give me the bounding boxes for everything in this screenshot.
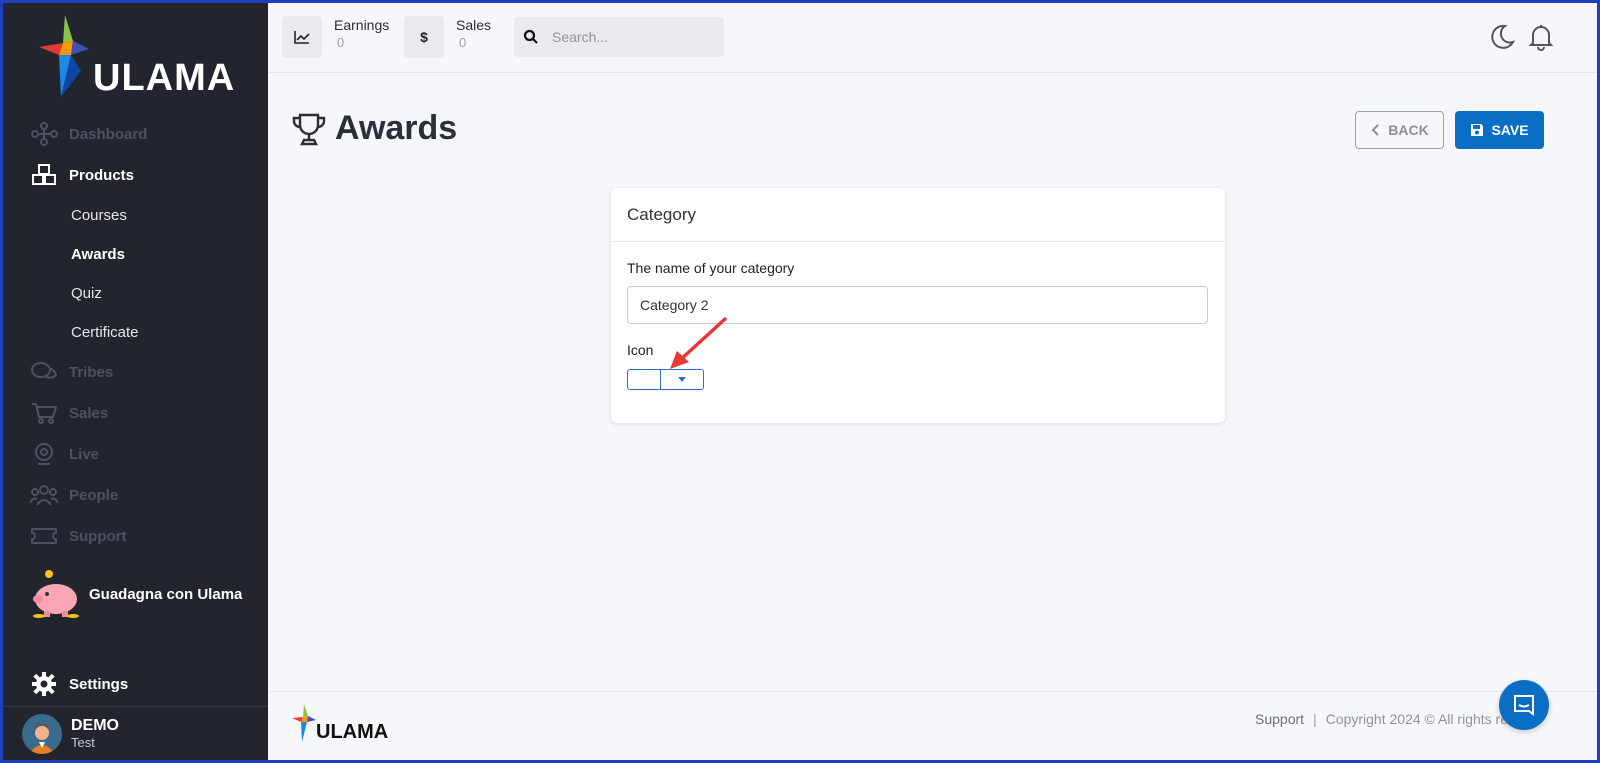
gear-icon [29, 671, 59, 697]
chat-launcher-button[interactable] [1499, 680, 1549, 730]
nav-products[interactable]: Products [29, 160, 134, 190]
topbar: Earnings 0 $ Sales 0 [268, 3, 1597, 73]
icon-preview[interactable] [628, 370, 661, 389]
cart-icon [29, 400, 59, 426]
back-button[interactable]: BACK [1355, 111, 1444, 149]
brand-name: ULAMA [93, 57, 236, 99]
chart-line-icon [282, 16, 322, 58]
user-profile[interactable]: DEMO Test [3, 706, 268, 760]
footer: ULAMA Support | Copyright 2024 © All right… [268, 691, 1597, 760]
page-header: Awards [291, 109, 457, 148]
chevron-left-icon [1371, 124, 1379, 136]
nav-dashboard[interactable]: Dashboard [29, 119, 147, 149]
webcam-icon [29, 441, 59, 467]
footer-separator: | [1313, 711, 1317, 727]
annotation-arrow-icon [670, 317, 727, 369]
sales-stat[interactable]: $ Sales 0 [404, 16, 491, 58]
caret-down-icon [678, 377, 686, 382]
category-name-label: The name of your category [627, 260, 795, 276]
dollar-icon: $ [404, 16, 444, 58]
people-icon [29, 482, 59, 508]
nav-live[interactable]: Live [29, 439, 99, 469]
sidebar: ULAMA Dashboard Products Courses Awards … [3, 3, 268, 760]
user-role: Test [71, 734, 95, 750]
earnings-value: 0 [337, 35, 345, 50]
trophy-icon [292, 113, 326, 145]
footer-brand: ULAMA [316, 721, 388, 743]
dark-mode-moon-icon[interactable] [1487, 23, 1516, 56]
sales-value: 0 [459, 35, 467, 50]
bell-icon[interactable] [1528, 23, 1554, 56]
nav-support[interactable]: Support [29, 521, 127, 551]
user-name: DEMO [71, 716, 119, 734]
subnav-awards[interactable]: Awards [71, 246, 125, 263]
nav-products-label: Products [69, 166, 135, 184]
nav-live-label: Live [69, 445, 100, 463]
sales-label: Sales [456, 17, 492, 33]
nav-sales-label: Sales [69, 404, 109, 422]
user-avatar-icon [29, 723, 55, 754]
search-box[interactable] [514, 17, 724, 57]
footer-support-link[interactable]: Support [1255, 711, 1304, 727]
subnav-certificate[interactable]: Certificate [71, 324, 139, 341]
back-button-label: BACK [1388, 122, 1429, 138]
save-button[interactable]: SAVE [1455, 111, 1544, 149]
nav-people-label: People [69, 486, 119, 504]
subnav-quiz[interactable]: Quiz [71, 285, 102, 302]
nav-settings[interactable]: Settings [29, 669, 128, 699]
floppy-disk-icon [1471, 124, 1484, 136]
nav-sales[interactable]: Sales [29, 398, 108, 428]
nav-tribes-label: Tribes [69, 363, 114, 381]
save-button-label: SAVE [1491, 122, 1529, 138]
search-icon [514, 29, 548, 45]
chat-icon [1514, 695, 1534, 716]
nav-support-label: Support [69, 527, 127, 545]
nav-tribes[interactable]: Tribes [29, 357, 113, 387]
chat-bubbles-icon [29, 359, 59, 385]
icon-field-label: Icon [627, 342, 654, 358]
nav-dashboard-label: Dashboard [69, 125, 148, 143]
earnings-label: Earnings [334, 17, 390, 33]
earnings-stat[interactable]: Earnings 0 [282, 16, 389, 58]
page-title: Awards [335, 109, 458, 147]
nav-people[interactable]: People [29, 480, 118, 510]
footer-logo[interactable]: ULAMA [290, 702, 390, 749]
footer-bird-logo-icon: ULAMA [292, 704, 388, 743]
nav-settings-label: Settings [69, 675, 129, 693]
cubes-icon [29, 162, 59, 188]
dashboard-network-icon [29, 121, 59, 147]
app-window: ULAMA Dashboard Products Courses Awards … [0, 0, 1600, 763]
subnav-courses[interactable]: Courses [71, 207, 127, 224]
promo-earn[interactable]: Guadagna con Ulama [29, 566, 242, 622]
search-input[interactable] [552, 29, 712, 45]
avatar [22, 713, 62, 754]
brand-logo[interactable]: ULAMA [33, 13, 243, 103]
category-card: Category The name of your category Icon [611, 188, 1225, 423]
promo-label: Guadagna con Ulama [89, 585, 243, 603]
card-title: Category [611, 188, 1225, 242]
piggy-bank-icon [33, 570, 79, 618]
footer-copyright: Copyright 2024 © All rights res [1325, 711, 1515, 727]
ticket-icon [29, 523, 59, 549]
